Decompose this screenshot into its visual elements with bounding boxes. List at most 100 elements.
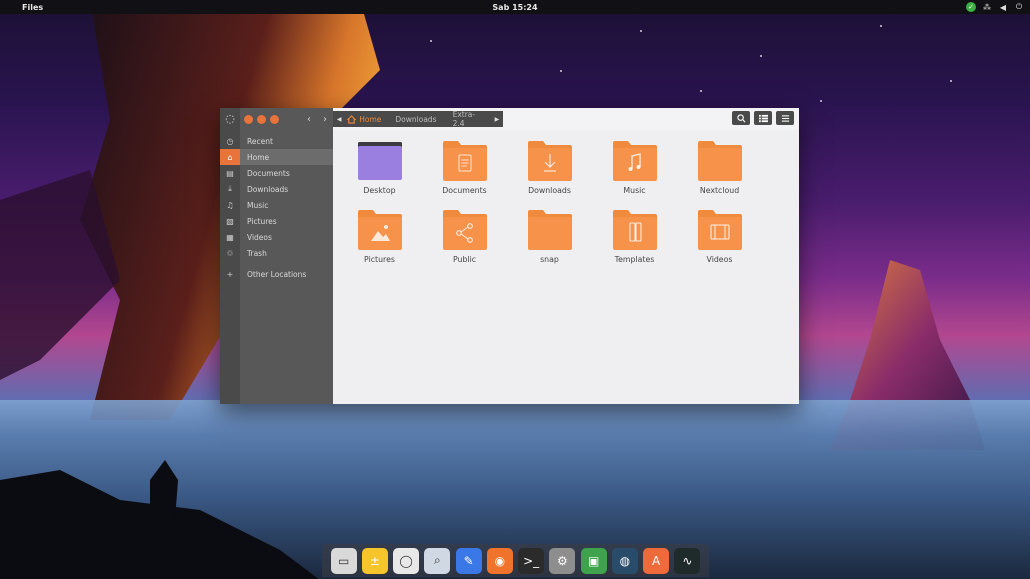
sidebar-item-label: Pictures (247, 216, 277, 226)
folder-item-snap[interactable]: snap (507, 209, 592, 278)
clock-icon: ◷ (226, 136, 234, 146)
folder-item-pictures[interactable]: Pictures (337, 209, 422, 278)
system-monitor-icon[interactable]: ▣ (580, 547, 607, 574)
notes-app-icon[interactable]: ± (361, 547, 388, 574)
file-view: ◀ Home Downloads Extra-2.4 ▶ Desktop Doc… (333, 108, 799, 404)
document-icon: ▤ (226, 168, 234, 178)
clock-app-icon[interactable]: ◯ (393, 547, 420, 574)
system-tray: ✓ ⁂ ◀ ⏻ (966, 2, 1024, 12)
public-share-folder-icon (442, 210, 487, 250)
sidebar-item-documents[interactable]: ▤ Documents (220, 165, 333, 181)
sidebar-item-label: Recent (247, 136, 273, 146)
forward-button[interactable]: › (318, 112, 332, 126)
folder-icon (527, 210, 572, 250)
folder-label: Downloads (528, 186, 571, 195)
sidebar-item-label: Videos (247, 232, 272, 242)
text-editor-icon[interactable]: ✎ (455, 547, 482, 574)
search-button[interactable] (732, 111, 750, 125)
folder-label: Videos (706, 255, 733, 264)
folder-icon (697, 141, 742, 181)
firefox-icon[interactable]: ◉ (486, 547, 513, 574)
sidebar-item-home[interactable]: ⌂ Home (220, 149, 333, 165)
folder-item-downloads[interactable]: Downloads (507, 140, 592, 209)
wallpaper-ground (0, 460, 319, 579)
folder-item-videos[interactable]: Videos (677, 209, 762, 278)
desktop-folder-icon (357, 142, 402, 180)
hamburger-menu-icon (781, 114, 789, 122)
folder-item-public[interactable]: Public (422, 209, 507, 278)
status-check-icon[interactable]: ✓ (966, 2, 976, 12)
active-app-name[interactable]: Files (22, 3, 43, 12)
breadcrumb-home[interactable]: Home (345, 115, 387, 124)
settings-icon[interactable]: ⚙ (549, 547, 576, 574)
menu-button[interactable] (776, 111, 794, 125)
folder-label: Pictures (364, 255, 395, 264)
folder-item-music[interactable]: Music (592, 140, 677, 209)
path-right-arrow-icon[interactable]: ▶ (491, 116, 503, 123)
steam-icon[interactable]: ◍ (611, 547, 638, 574)
sidebar-item-videos[interactable]: ▦ Videos (220, 229, 333, 245)
list-view-icon (758, 114, 768, 122)
trash-icon: ♲ (226, 248, 234, 258)
dock: ▭ ± ◯ ⌕ ✎ ◉ >_ ⚙ ▣ ◍ A ∿ (322, 544, 709, 577)
film-icon: ▦ (226, 232, 234, 242)
sidebar: ◌ ‹ › ◷ Recent ⌂ Home ▤ Documents ⤓ Down… (220, 108, 333, 404)
sidebar-item-music[interactable]: ♫ Music (220, 197, 333, 213)
image-viewer-icon[interactable]: ⌕ (424, 547, 451, 574)
templates-folder-icon (612, 210, 657, 250)
folder-label: Templates (614, 255, 655, 264)
maximize-button[interactable] (270, 115, 279, 124)
path-bar: ◀ Home Downloads Extra-2.4 ▶ (333, 110, 503, 128)
breadcrumb-extra[interactable]: Extra-2.4 (445, 110, 491, 128)
documents-folder-icon (442, 141, 487, 181)
plus-icon: + (226, 269, 234, 279)
folder-item-desktop[interactable]: Desktop (337, 140, 422, 209)
back-button[interactable]: ‹ (302, 112, 316, 126)
folder-label: Public (452, 255, 477, 264)
sidebar-item-downloads[interactable]: ⤓ Downloads (220, 181, 333, 197)
sidebar-item-label: Downloads (247, 184, 289, 194)
minimize-button[interactable] (257, 115, 266, 124)
path-left-arrow-icon[interactable]: ◀ (333, 116, 345, 123)
files-app-icon[interactable]: ▭ (330, 547, 357, 574)
view-controls (732, 111, 794, 125)
videos-folder-icon (697, 210, 742, 250)
software-center-icon[interactable]: A (643, 547, 670, 574)
folder-label: Desktop (363, 186, 396, 195)
sidebar-item-pictures[interactable]: ▧ Pictures (220, 213, 333, 229)
close-button[interactable] (244, 115, 253, 124)
clock[interactable]: Sab 15:24 (0, 3, 1030, 12)
search-icon (736, 113, 745, 122)
network-icon[interactable]: ⁂ (982, 2, 992, 12)
folder-label: Documents (442, 186, 487, 195)
folder-item-documents[interactable]: Documents (422, 140, 507, 209)
music-folder-icon (612, 141, 657, 181)
download-icon: ⤓ (228, 184, 232, 193)
sidebar-item-other-locations[interactable]: + Other Locations (220, 266, 333, 282)
toolbar: ◀ Home Downloads Extra-2.4 ▶ (333, 108, 799, 130)
folder-item-templates[interactable]: Templates (592, 209, 677, 278)
sidebar-item-label: Home (247, 152, 270, 162)
terminal-icon[interactable]: >_ (518, 547, 545, 574)
folder-label: Music (623, 186, 646, 195)
top-panel: Files Sab 15:24 ✓ ⁂ ◀ ⏻ (0, 0, 1030, 14)
files-window: ◌ ‹ › ◷ Recent ⌂ Home ▤ Documents ⤓ Down… (220, 108, 799, 404)
breadcrumb-downloads[interactable]: Downloads (387, 115, 444, 124)
folder-item-nextcloud[interactable]: Nextcloud (677, 140, 762, 209)
window-controls (244, 115, 279, 124)
apple-menu-icon[interactable] (6, 2, 16, 12)
breadcrumb-label: Home (359, 114, 382, 124)
home-icon (347, 114, 357, 124)
power-icon[interactable]: ⏻ (1014, 2, 1024, 12)
sidebar-item-label: Trash (247, 248, 267, 258)
folder-label: snap (540, 255, 559, 264)
picture-icon: ▧ (226, 216, 234, 226)
sidebar-item-recent[interactable]: ◷ Recent (220, 133, 333, 149)
view-list-button[interactable] (754, 111, 772, 125)
volume-icon[interactable]: ◀ (998, 2, 1008, 12)
activity-monitor-icon[interactable]: ∿ (674, 547, 701, 574)
places-list: ◷ Recent ⌂ Home ▤ Documents ⤓ Downloads … (220, 133, 333, 282)
music-icon: ♫ (226, 200, 234, 210)
sidebar-item-trash[interactable]: ♲ Trash (220, 245, 333, 261)
sidebar-item-label: Music (247, 200, 269, 210)
